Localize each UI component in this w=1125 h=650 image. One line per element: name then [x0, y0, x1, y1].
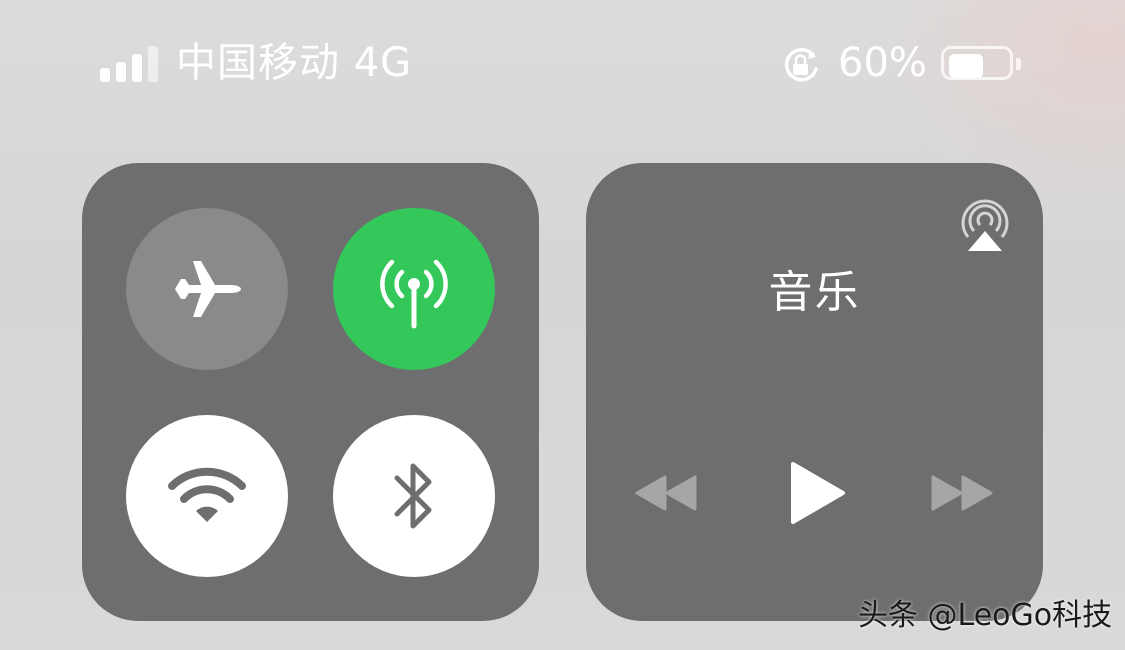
battery-fill: [949, 54, 983, 78]
rotation-lock-icon: [784, 48, 818, 82]
signal-strength-icon: [100, 42, 160, 82]
bluetooth-toggle[interactable]: [333, 415, 495, 577]
airplay-icon[interactable]: [954, 193, 1016, 255]
airplane-mode-toggle[interactable]: [126, 208, 288, 370]
wifi-toggle[interactable]: [126, 415, 288, 577]
carrier-label: 中国移动 4G: [176, 40, 413, 86]
connectivity-module[interactable]: [82, 163, 539, 621]
music-module[interactable]: 音乐: [586, 163, 1043, 621]
fast-forward-button[interactable]: [926, 468, 998, 518]
play-button[interactable]: [782, 458, 852, 528]
battery-percentage: 60%: [838, 40, 927, 86]
signal-bar: [116, 62, 126, 82]
music-title: 音乐: [768, 267, 861, 318]
rewind-icon: [635, 475, 697, 511]
signal-bar: [100, 68, 110, 82]
play-icon: [791, 462, 845, 524]
cellular-antenna-icon: [380, 259, 448, 329]
signal-bar: [148, 46, 158, 82]
cellular-data-toggle[interactable]: [333, 208, 495, 370]
airplane-icon: [175, 261, 241, 317]
battery-outline: [941, 46, 1013, 80]
rewind-button[interactable]: [630, 468, 702, 518]
status-bar: 中国移动 4G 60%: [0, 0, 1125, 130]
watermark: 头条 @LeoGo科技: [858, 598, 1113, 633]
bluetooth-icon: [394, 463, 432, 529]
signal-bar: [132, 54, 142, 82]
fast-forward-icon: [931, 475, 993, 511]
wifi-icon: [168, 467, 246, 522]
battery-icon: [941, 46, 1021, 82]
battery-cap: [1016, 58, 1021, 70]
